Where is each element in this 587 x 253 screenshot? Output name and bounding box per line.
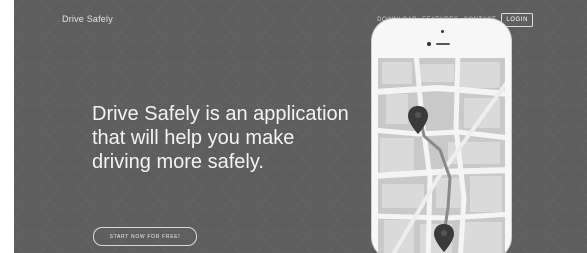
- phone-mockup: [372, 19, 511, 253]
- phone-speaker: [436, 43, 450, 45]
- brand-logo[interactable]: Drive Safely: [62, 14, 113, 24]
- map-screen: [378, 58, 505, 253]
- phone-camera: [441, 30, 444, 33]
- start-now-button[interactable]: START NOW FOR FREE!: [93, 227, 197, 246]
- map-illustration: [378, 58, 505, 253]
- landing-page: Drive Safely DOWNLOAD FEATURES CONTACT L…: [14, 0, 587, 253]
- hero-headline: Drive Safely is an application that will…: [92, 103, 349, 173]
- login-button[interactable]: LOGIN: [501, 13, 533, 27]
- phone-sensor: [427, 42, 431, 46]
